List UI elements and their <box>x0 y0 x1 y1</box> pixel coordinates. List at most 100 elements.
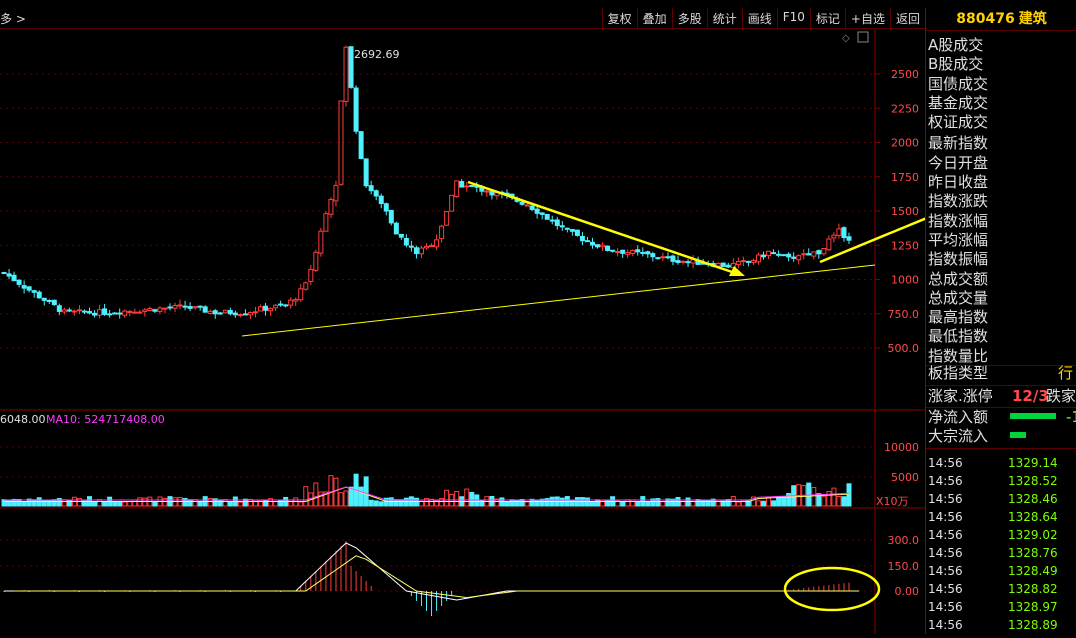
volume-bar <box>16 498 22 507</box>
tick-row: 14:56 1328.49 <box>926 562 1076 580</box>
macd-tick-label: 0.00 <box>895 585 920 598</box>
restore-rights-button[interactable]: 复权 <box>601 8 637 28</box>
index-title: 880476 建筑 <box>926 8 1076 31</box>
volume-bar <box>846 483 852 507</box>
volume-bar <box>31 499 37 507</box>
candle-body <box>41 297 47 301</box>
volume-bar <box>454 491 460 507</box>
volume-ma-label: MA10: 524717408.00 <box>46 413 165 426</box>
candle-body <box>615 251 621 254</box>
candle-body <box>600 244 606 248</box>
candle-body <box>358 131 364 159</box>
candle-body <box>564 227 570 230</box>
candle-body <box>635 249 641 253</box>
volume-bar <box>589 501 595 507</box>
candle-body <box>569 229 575 232</box>
tick-time: 14:56 <box>928 456 963 470</box>
multi-stock-button[interactable]: 多股 <box>671 8 707 28</box>
y-tick-label: 750.0 <box>888 308 920 321</box>
mark-button[interactable]: 标记 <box>809 8 845 28</box>
volume-bar <box>464 488 470 507</box>
candle-body <box>273 304 279 309</box>
y-tick-label: 1500 <box>891 205 919 218</box>
volume-bar <box>127 501 133 507</box>
candle-body <box>207 310 213 314</box>
candle-body <box>519 201 525 205</box>
candle-body <box>801 253 807 256</box>
y-tick-label: 2500 <box>891 68 919 81</box>
draw-line-button[interactable]: 画线 <box>741 8 777 28</box>
tick-price: 1328.64 <box>1008 510 1058 524</box>
candle-body <box>283 304 289 307</box>
candle-body <box>720 262 726 267</box>
y-tick-label: 500.0 <box>888 342 920 355</box>
volume-bar <box>117 501 123 507</box>
candle-body <box>449 194 455 212</box>
candle-body <box>469 184 475 187</box>
candle-body <box>811 251 817 257</box>
tick-row: 14:56 1328.64 <box>926 508 1076 526</box>
back-button[interactable]: 返回 <box>889 8 925 28</box>
type-row: 板指类型 行 <box>926 363 1076 383</box>
candle-body <box>645 251 651 255</box>
candle-body <box>760 254 766 258</box>
nav-more[interactable]: 多 > <box>0 10 26 27</box>
candle-body <box>157 307 163 312</box>
volume-bar <box>217 499 223 507</box>
tick-time: 14:56 <box>928 618 963 632</box>
candle-body <box>529 205 535 210</box>
volume-bar <box>6 499 12 507</box>
inflow-bar <box>1010 413 1056 419</box>
diamond-icon[interactable]: ◇ <box>842 33 850 44</box>
candle-body <box>348 46 354 88</box>
panel-toggle-icon[interactable] <box>857 31 869 43</box>
volume-bar <box>680 500 686 507</box>
tick-list[interactable]: 14:56 1329.14 14:56 1328.52 14:56 1328.46 14:5… <box>926 454 1076 634</box>
volume-bar <box>348 486 354 507</box>
candle-body <box>625 252 631 255</box>
stat-item: 最新指数 <box>928 134 989 153</box>
volume-bar <box>363 476 369 507</box>
volume-bar <box>630 499 636 507</box>
volume-bar <box>398 499 404 507</box>
kline-svg[interactable]: ◇ 2500 2250 2000 1750 1500 1250 1000 750.0 500.0… <box>0 29 986 634</box>
volume-bar <box>635 501 641 507</box>
y-tick-label: 2250 <box>891 102 919 115</box>
volume-bar <box>102 501 108 507</box>
candle-body <box>418 247 424 255</box>
volume-bar <box>393 499 399 507</box>
volume-bar <box>413 497 419 507</box>
volume-bar <box>333 477 339 507</box>
f10-button[interactable]: F10 <box>776 8 810 28</box>
volume-bar <box>378 501 384 507</box>
statistics-button[interactable]: 统计 <box>706 8 742 28</box>
candle-body <box>725 264 731 268</box>
candle-body <box>343 46 349 102</box>
candle-body <box>670 255 676 262</box>
candle-body <box>76 309 82 312</box>
overlay-button[interactable]: 叠加 <box>636 8 672 28</box>
stat-item: 国债成交 <box>928 74 989 93</box>
volume-bar <box>373 500 379 507</box>
volume-bar <box>474 494 480 507</box>
inflow-value: -1 <box>1066 408 1076 426</box>
volume-bar <box>645 501 651 507</box>
candle-body <box>56 305 62 312</box>
volume-bar <box>368 499 374 507</box>
candle-body <box>107 313 113 316</box>
add-watchlist-button[interactable]: +自选 <box>844 8 890 28</box>
candle-body <box>831 234 837 239</box>
macd-tick-label: 150.0 <box>888 560 920 573</box>
candle-body <box>403 237 409 246</box>
volume-bar <box>735 501 741 507</box>
volume-bar <box>237 501 243 507</box>
y-tick-label: 2000 <box>891 137 919 150</box>
candle-body <box>187 306 193 309</box>
candle-body <box>745 260 751 263</box>
volume-bar <box>358 486 364 507</box>
volume-bar <box>298 501 304 507</box>
peak-label: 2692.69 <box>354 48 400 61</box>
candle-body <box>313 251 319 271</box>
toolbar: 复权 叠加 多股 统计 画线 F10 标记 +自选 返回 <box>601 8 925 28</box>
chart-area[interactable]: ◇ 2500 2250 2000 1750 1500 1250 1000 750.0 500.0… <box>0 29 986 634</box>
